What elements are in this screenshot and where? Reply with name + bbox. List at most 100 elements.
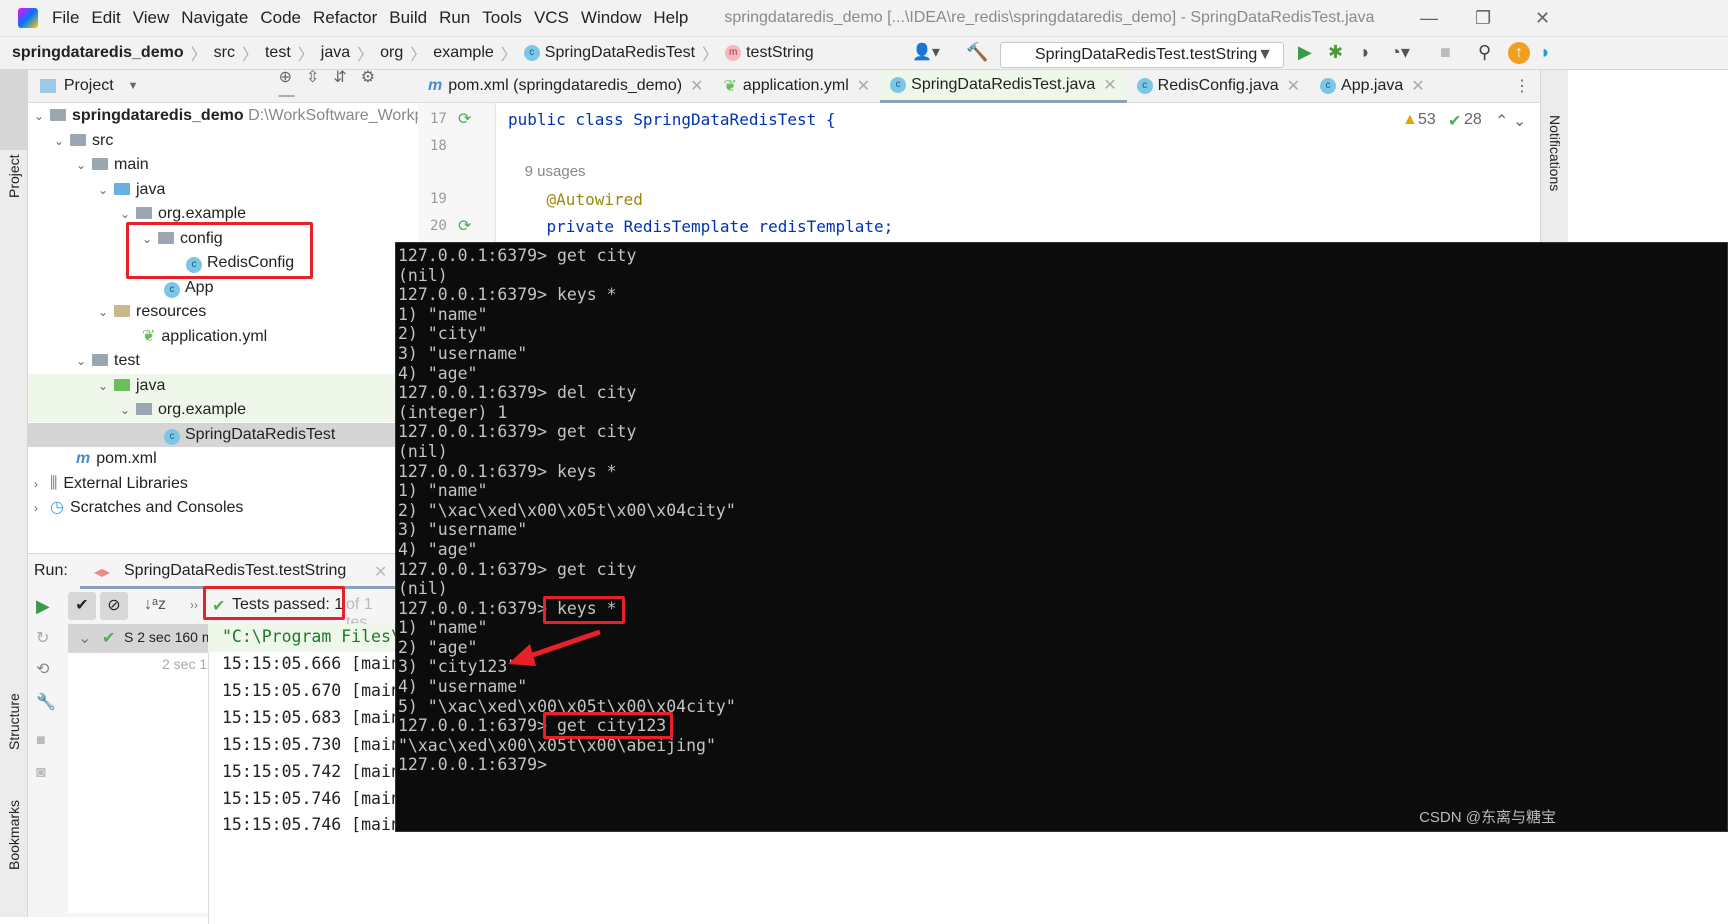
project-view-icon bbox=[40, 79, 56, 93]
tree-item-test-java[interactable]: ⌄ java bbox=[28, 374, 418, 398]
tab-pom[interactable]: m pom.xml (springdataredis_demo) ✕ bbox=[418, 70, 714, 103]
menu-view[interactable]: View bbox=[133, 8, 170, 28]
close-icon: ✕ bbox=[1286, 78, 1301, 95]
tree-item-java[interactable]: ⌄ java bbox=[28, 178, 418, 202]
terminal-line: 127.0.0.1:6379> get city bbox=[398, 246, 637, 265]
show-ignored-toggle[interactable]: ⊘ bbox=[100, 592, 128, 620]
breadcrumb-src[interactable]: src bbox=[214, 44, 235, 62]
more-icon[interactable]: ›› bbox=[190, 598, 198, 612]
run-gutter-icon[interactable]: ⟳ bbox=[458, 109, 471, 129]
tab-application-yml[interactable]: ❦ application.yml ✕ bbox=[714, 70, 881, 103]
console-line: 15:15:05.683 [main bbox=[222, 708, 401, 727]
breadcrumb-project[interactable]: springdataredis_demo bbox=[12, 44, 184, 62]
breadcrumb-method[interactable]: testString bbox=[746, 44, 814, 62]
tab-app[interactable]: c App.java ✕ bbox=[1310, 70, 1435, 103]
code-line-20[interactable]: private RedisTemplate redisTemplate; bbox=[508, 217, 894, 236]
breadcrumb-test[interactable]: test bbox=[265, 44, 291, 62]
tree-item-scratches[interactable]: › ◷ Scratches and Consoles bbox=[28, 496, 418, 520]
toolbox-icon[interactable]: ◗ bbox=[1540, 42, 1551, 63]
tree-item-resources[interactable]: ⌄ resources bbox=[28, 300, 418, 324]
user-icon[interactable]: 👤▾ bbox=[912, 42, 940, 62]
tree-item-project[interactable]: ⌄ springdataredis_demo D:\WorkSoftware_Wo… bbox=[28, 104, 418, 128]
tree-item-app[interactable]: c App bbox=[28, 276, 418, 300]
run-icon[interactable]: ▶ bbox=[1298, 42, 1312, 63]
menu-navigate[interactable]: Navigate bbox=[181, 8, 248, 28]
console-line: 15:15:05.746 [main bbox=[222, 789, 401, 808]
minimize-button[interactable]: — bbox=[1420, 8, 1438, 29]
breadcrumb-java[interactable]: java bbox=[321, 44, 350, 62]
show-passed-toggle[interactable]: ✔ bbox=[68, 592, 96, 620]
bean-gutter-icon[interactable]: ⟳ bbox=[458, 216, 471, 236]
screenshot-icon[interactable]: ◙ bbox=[36, 764, 46, 782]
class-icon: c bbox=[164, 429, 180, 445]
check-icon[interactable]: ✔ bbox=[1448, 111, 1461, 131]
redis-cli-terminal[interactable]: 127.0.0.1:6379> get city (nil) 127.0.0.1:6… bbox=[395, 242, 1728, 832]
restore-button[interactable]: ❐ bbox=[1475, 8, 1491, 29]
close-window-button[interactable]: ✕ bbox=[1535, 8, 1550, 29]
sort-alpha-icon[interactable]: ↓ᵃz bbox=[144, 596, 166, 614]
tree-item-application-yml[interactable]: ❦ application.yml bbox=[28, 325, 418, 349]
intellij-logo-icon bbox=[18, 8, 38, 28]
menu-code[interactable]: Code bbox=[260, 8, 301, 28]
check-count[interactable]: 28 bbox=[1464, 111, 1482, 129]
bookmarks-tool-button[interactable]: Bookmarks bbox=[6, 800, 22, 870]
tree-item-external-libraries[interactable]: › ⫼ External Libraries bbox=[28, 472, 418, 496]
breadcrumb-org[interactable]: org bbox=[380, 44, 403, 62]
breadcrumb-example[interactable]: example bbox=[433, 44, 493, 62]
run-config-label: SpringDataRedisTest.testString bbox=[1035, 46, 1258, 63]
menu-file[interactable]: File bbox=[52, 8, 79, 28]
warning-count[interactable]: 53 bbox=[1418, 111, 1436, 129]
debug-icon[interactable]: ✱ bbox=[1328, 42, 1343, 63]
code-line-19[interactable]: @Autowired bbox=[508, 190, 643, 209]
terminal-line: 4) "age" bbox=[398, 363, 478, 383]
rerun-failed-icon[interactable]: ↻ bbox=[36, 628, 49, 648]
build-hammer-icon[interactable]: 🔨 bbox=[966, 42, 988, 63]
tree-item-src[interactable]: ⌄ src bbox=[28, 129, 418, 153]
watermark: CSDN @东离与糖宝 bbox=[1419, 809, 1556, 826]
breadcrumb-class[interactable]: SpringDataRedisTest bbox=[545, 44, 695, 62]
run-config-select[interactable]: SpringDataRedisTest.testString ▼ bbox=[1000, 42, 1284, 68]
left-tool-strip: Project Structure Bookmarks bbox=[0, 70, 28, 917]
menu-refactor[interactable]: Refactor bbox=[313, 8, 377, 28]
project-tool-button[interactable]: Project bbox=[6, 154, 22, 198]
project-toolbar-icons[interactable]: ⊕⇳⇵⚙— bbox=[279, 67, 418, 105]
profile-icon[interactable]: ◔▾ bbox=[1390, 42, 1410, 63]
stop-icon[interactable]: ■ bbox=[36, 732, 46, 750]
project-view-select[interactable]: Project bbox=[64, 77, 114, 95]
menu-run[interactable]: Run bbox=[439, 8, 470, 28]
right-tool-strip: Notifications bbox=[1540, 70, 1568, 250]
notifications-tool-button[interactable]: Notifications bbox=[1547, 115, 1563, 191]
menu-vcs[interactable]: VCS bbox=[534, 8, 569, 28]
menu-window[interactable]: Window bbox=[581, 8, 641, 28]
chevron-down-icon[interactable]: ▼ bbox=[128, 80, 139, 92]
tab-redisconfig[interactable]: c RedisConfig.java ✕ bbox=[1127, 70, 1310, 103]
project-panel-header: Project ▼ ⊕⇳⇵⚙— bbox=[28, 67, 418, 105]
settings-wrench-icon[interactable]: 🔧 bbox=[36, 692, 56, 712]
code-line-17[interactable]: public class SpringDataRedisTest { bbox=[508, 110, 836, 129]
rerun-icon[interactable]: ▶ bbox=[36, 596, 50, 617]
tree-item-pom[interactable]: m pom.xml bbox=[28, 447, 418, 471]
tree-item-springdataredistest[interactable]: c SpringDataRedisTest bbox=[28, 423, 418, 447]
menu-edit[interactable]: Edit bbox=[91, 8, 120, 28]
toggle-autotest-icon[interactable]: ⟲ bbox=[36, 659, 49, 679]
more-tabs-icon[interactable]: ⋮ bbox=[1514, 76, 1530, 96]
menu-tools[interactable]: Tools bbox=[482, 8, 522, 28]
warning-icon[interactable]: ▲ bbox=[1402, 111, 1418, 129]
menu-help[interactable]: Help bbox=[653, 8, 688, 28]
update-icon[interactable]: ↑ bbox=[1508, 42, 1530, 64]
usages-hint[interactable]: 9 usages bbox=[508, 163, 586, 180]
run-tab[interactable]: SpringDataRedisTest.testString bbox=[124, 562, 346, 580]
tree-item-test-org-example[interactable]: ⌄ org.example bbox=[28, 398, 418, 422]
prev-highlight-icon[interactable]: ⌃ ⌄ bbox=[1495, 111, 1526, 131]
editor-gutter: 17 18 19 20 ⟳ ⟳ bbox=[418, 103, 496, 243]
search-icon[interactable]: ⚲ bbox=[1478, 42, 1491, 63]
close-icon[interactable]: ✕ bbox=[374, 562, 387, 582]
tab-springdataredistest[interactable]: c SpringDataRedisTest.java ✕ bbox=[880, 69, 1127, 103]
tree-item-test[interactable]: ⌄ test bbox=[28, 349, 418, 373]
stop-icon[interactable]: ■ bbox=[1440, 42, 1451, 63]
tree-item-main[interactable]: ⌄ main bbox=[28, 153, 418, 177]
console-line: 15:15:05.730 [main bbox=[222, 735, 401, 754]
coverage-icon[interactable]: ◗ bbox=[1360, 42, 1371, 63]
structure-tool-button[interactable]: Structure bbox=[6, 693, 22, 750]
menu-build[interactable]: Build bbox=[389, 8, 427, 28]
